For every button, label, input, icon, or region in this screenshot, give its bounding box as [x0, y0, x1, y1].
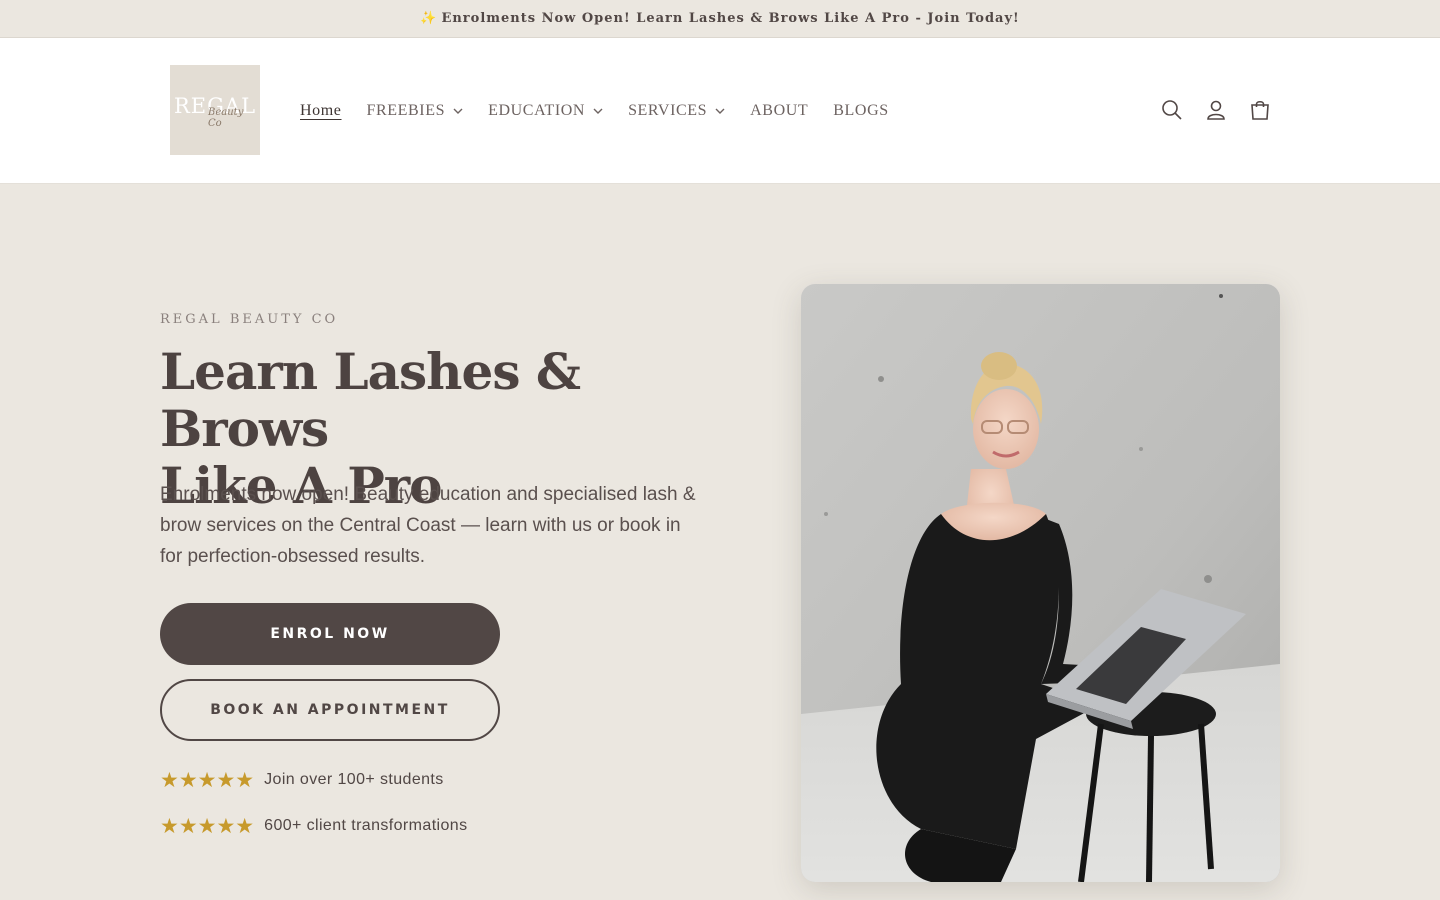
book-appointment-button[interactable]: BOOK AN APPOINTMENT	[160, 679, 500, 741]
search-icon[interactable]	[1158, 96, 1186, 124]
nav-item-home[interactable]: Home	[300, 102, 342, 120]
chevron-down-icon	[453, 108, 463, 114]
header-icons	[1158, 96, 1290, 124]
nav-item-freebies[interactable]: FREEBIES	[367, 102, 464, 120]
star-rating-icon: ★★★★★	[160, 768, 255, 792]
account-icon[interactable]	[1202, 96, 1230, 124]
enrol-now-button[interactable]: ENROL NOW	[160, 603, 500, 665]
main-nav: Home FREEBIES EDUCATION SERVICES ABOUT B…	[300, 38, 914, 184]
nav-item-education[interactable]: EDUCATION	[488, 102, 603, 120]
star-rating-icon: ★★★★★	[160, 814, 255, 838]
nav-item-label: EDUCATION	[488, 102, 586, 119]
nav-item-about[interactable]: ABOUT	[750, 102, 808, 120]
hero-title-line-1: Learn Lashes & Brows	[160, 342, 581, 458]
site-header: REGAL Beauty Co Home FREEBIES EDUCATION …	[0, 38, 1440, 184]
cart-icon[interactable]	[1246, 96, 1274, 124]
logo-script: Beauty Co	[208, 107, 244, 129]
nav-item-label: FREEBIES	[366, 102, 446, 119]
hero-photo	[801, 284, 1280, 882]
hero-description: Enrolments now open! Beauty education an…	[160, 484, 696, 567]
announcement-text: Enrolments Now Open! Learn Lashes & Brow…	[441, 11, 1020, 26]
nav-item-services[interactable]: SERVICES	[628, 102, 725, 120]
rating-clients: ★★★★★ 600+ client transformations	[160, 814, 468, 838]
nav-item-label: SERVICES	[628, 102, 708, 119]
nav-item-blogs[interactable]: BLOGS	[833, 102, 888, 120]
announcement-bar: ✨ Enrolments Now Open! Learn Lashes & Br…	[0, 0, 1440, 38]
rating-students: ★★★★★ Join over 100+ students	[160, 768, 444, 792]
rating-text: Join over 100+ students	[264, 771, 444, 788]
nav-item-label: Home	[300, 102, 342, 119]
chevron-down-icon	[715, 108, 725, 114]
hero-eyebrow: REGAL BEAUTY CO	[160, 312, 339, 327]
chevron-down-icon	[593, 108, 603, 114]
nav-item-label: ABOUT	[750, 102, 809, 119]
rating-text: 600+ client transformations	[264, 817, 468, 834]
nav-item-label: BLOGS	[833, 102, 889, 119]
site-logo[interactable]: REGAL Beauty Co	[170, 65, 260, 155]
sparkles-icon: ✨	[420, 11, 438, 26]
